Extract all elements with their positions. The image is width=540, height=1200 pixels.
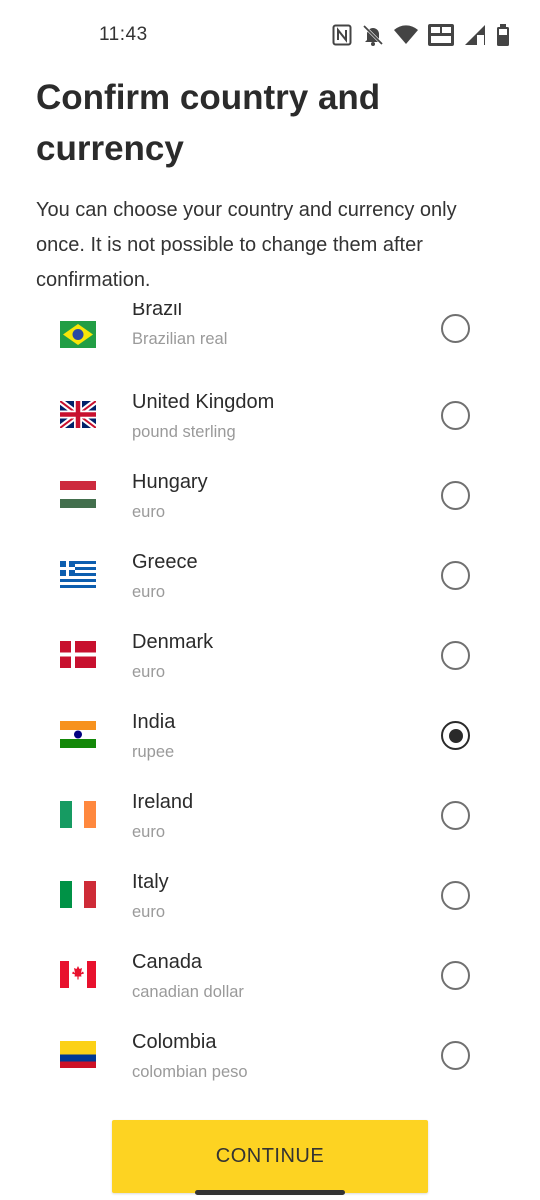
country-name: United Kingdom: [132, 391, 275, 413]
vowifi-icon: [428, 24, 454, 46]
battery-icon: [496, 24, 510, 46]
currency-name: euro: [132, 823, 166, 841]
country-name: Brazil: [132, 303, 183, 320]
list-item-italy[interactable]: Italy euro: [0, 856, 540, 936]
country-name: Ireland: [132, 791, 194, 813]
signal-icon: [464, 24, 486, 46]
currency-name: Brazilian real: [132, 330, 228, 348]
country-list[interactable]: Brazil Brazilian real United Kingdom pou…: [0, 303, 540, 1093]
currency-name: colombian peso: [132, 1063, 248, 1081]
country-name: Canada: [132, 951, 203, 973]
country-name: Italy: [132, 871, 169, 893]
home-indicator[interactable]: [195, 1190, 345, 1195]
ireland-flag-icon: [60, 801, 96, 828]
list-item-ireland[interactable]: Ireland euro: [0, 776, 540, 856]
colombia-flag-icon: [60, 1041, 96, 1068]
currency-name: euro: [132, 663, 166, 681]
list-item-greece[interactable]: Greece euro: [0, 536, 540, 616]
country-name: Denmark: [132, 631, 214, 653]
greece-flag-icon: [60, 561, 96, 588]
india-flag-icon: [60, 721, 96, 748]
radio-india-selected[interactable]: [441, 721, 470, 750]
country-name: Hungary: [132, 471, 208, 493]
radio-denmark[interactable]: [441, 641, 470, 670]
list-item-denmark[interactable]: Denmark euro: [0, 616, 540, 696]
radio-canada[interactable]: [441, 961, 470, 990]
hungary-flag-icon: [60, 481, 96, 508]
radio-ireland[interactable]: [441, 801, 470, 830]
list-item-india[interactable]: India rupee: [0, 696, 540, 776]
country-name: India: [132, 711, 176, 733]
continue-button[interactable]: CONTINUE: [112, 1120, 428, 1193]
page-title: Confirm country and currency: [36, 78, 381, 168]
list-item-brazil[interactable]: Brazil Brazilian real: [0, 303, 540, 376]
radio-italy[interactable]: [441, 881, 470, 910]
radio-united-kingdom[interactable]: [441, 401, 470, 430]
currency-name: pound sterling: [132, 423, 236, 441]
brazil-flag-icon: [60, 321, 96, 348]
country-name: Colombia: [132, 1031, 217, 1053]
radio-greece[interactable]: [441, 561, 470, 590]
status-icons: [332, 24, 510, 46]
status-time: 11:43: [99, 24, 148, 45]
list-item-hungary[interactable]: Hungary euro: [0, 456, 540, 536]
status-bar: 11:43: [0, 0, 540, 72]
nfc-icon: [332, 24, 352, 46]
wifi-icon: [394, 25, 418, 45]
currency-name: canadian dollar: [132, 983, 244, 1001]
radio-hungary[interactable]: [441, 481, 470, 510]
radio-colombia[interactable]: [441, 1041, 470, 1070]
italy-flag-icon: [60, 881, 96, 908]
currency-name: euro: [132, 583, 166, 601]
country-name: Greece: [132, 551, 198, 573]
denmark-flag-icon: [60, 641, 96, 668]
canada-flag-icon: [60, 961, 96, 988]
list-item-canada[interactable]: Canada canadian dollar: [0, 936, 540, 1016]
uk-flag-icon: [60, 401, 96, 428]
currency-name: euro: [132, 903, 166, 921]
currency-name: rupee: [132, 743, 175, 761]
list-item-united-kingdom[interactable]: United Kingdom pound sterling: [0, 376, 540, 456]
currency-name: euro: [132, 503, 166, 521]
radio-brazil[interactable]: [441, 314, 470, 343]
page-subtitle: You can choose your country and currency…: [36, 199, 457, 291]
list-item-colombia[interactable]: Colombia colombian peso: [0, 1016, 540, 1093]
bell-muted-icon: [362, 24, 384, 46]
